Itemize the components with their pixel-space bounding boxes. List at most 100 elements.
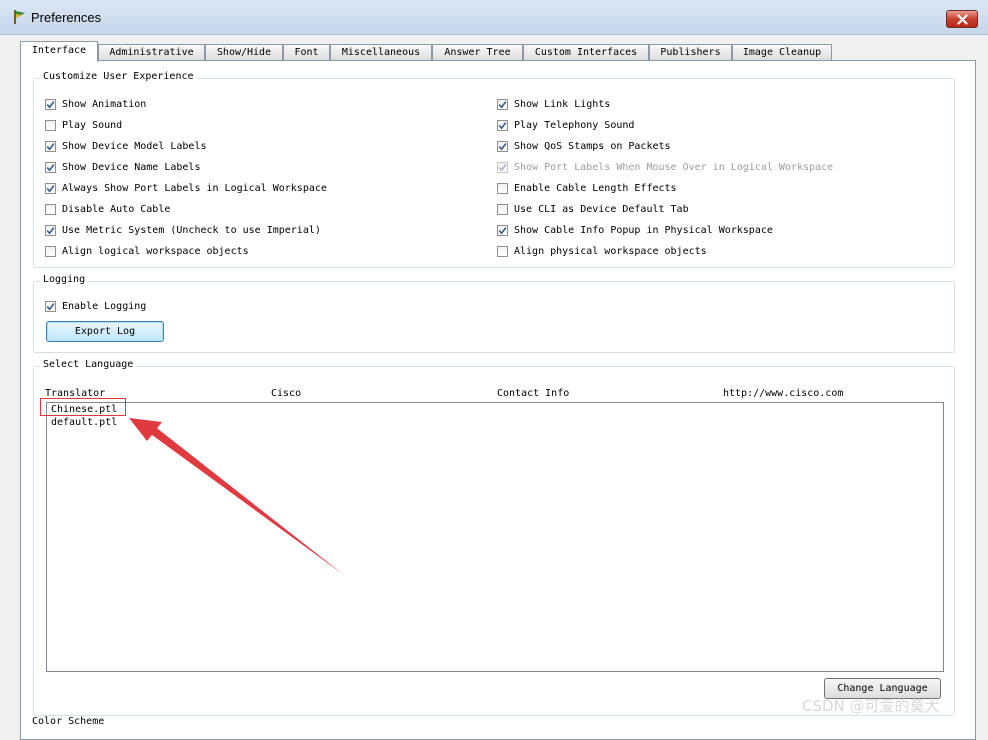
checkbox-box[interactable] (497, 245, 508, 257)
checkbox-label: Play Telephony Sound (514, 119, 635, 131)
checkmark-icon (46, 142, 55, 150)
show-device-model-labels-checkbox[interactable]: Show Device Model Labels (45, 139, 207, 153)
close-button[interactable] (946, 10, 978, 28)
checkbox-box[interactable] (45, 224, 56, 236)
checkbox-box[interactable] (497, 98, 508, 110)
show-port-labels-when-mouse-over-in-logical-workspace-checkbox: Show Port Labels When Mouse Over in Logi… (497, 160, 833, 174)
play-sound-checkbox[interactable]: Play Sound (45, 118, 122, 132)
checkbox-box[interactable] (497, 182, 508, 194)
tab-label: Interface (31, 45, 87, 56)
checkbox-box[interactable] (45, 161, 56, 173)
checkmark-icon (46, 100, 55, 108)
checkmark-icon (498, 163, 507, 171)
checkbox-label: Align logical workspace objects (62, 245, 249, 257)
checkmark-icon (498, 142, 507, 150)
show-qos-stamps-on-packets-checkbox[interactable]: Show QoS Stamps on Packets (497, 139, 671, 153)
title-bar: Preferences (0, 0, 988, 35)
enable-logging-checkbox[interactable]: Enable Logging (45, 299, 146, 313)
show-animation-checkbox[interactable]: Show Animation (45, 97, 146, 111)
tab-label: Answer Tree (444, 47, 511, 58)
checkbox-label: Show Link Lights (514, 98, 611, 110)
checkbox-label: Show Cable Info Popup in Physical Worksp… (514, 224, 773, 236)
checkbox-box[interactable] (497, 140, 508, 152)
use-cli-as-device-default-tab-checkbox[interactable]: Use CLI as Device Default Tab (497, 202, 689, 216)
tab-interface[interactable]: Interface (20, 41, 98, 62)
checkbox-box[interactable] (45, 140, 56, 152)
checkbox-label: Enable Logging (62, 300, 147, 312)
tab-label: Custom Interfaces (534, 47, 638, 58)
tab-label: Miscellaneous (341, 47, 421, 58)
always-show-port-labels-in-logical-workspace-checkbox[interactable]: Always Show Port Labels in Logical Works… (45, 181, 327, 195)
checkbox-box[interactable] (497, 203, 508, 215)
annotation-highlight-box (40, 398, 126, 416)
checkmark-icon (46, 184, 55, 192)
checkbox-box[interactable] (45, 98, 56, 110)
color-scheme-title: Color Scheme (32, 716, 105, 727)
column-header-url: http://www.cisco.com (723, 388, 844, 399)
checkbox-label: Disable Auto Cable (62, 203, 171, 215)
column-header-cisco: Cisco (271, 388, 302, 399)
export-log-button[interactable]: Export Log (46, 321, 164, 342)
checkbox-box[interactable] (45, 300, 56, 312)
checkbox-label: Show Animation (62, 98, 147, 110)
checkmark-icon (46, 302, 55, 310)
tab-image-cleanup[interactable]: Image Cleanup (732, 44, 832, 61)
window-title: Preferences (31, 10, 102, 25)
checkbox-box[interactable] (497, 224, 508, 236)
checkbox-box (497, 161, 508, 173)
play-telephony-sound-checkbox[interactable]: Play Telephony Sound (497, 118, 634, 132)
tab-label: Administrative (109, 47, 194, 58)
checkmark-icon (498, 121, 507, 129)
column-header-contact-info: Contact Info (497, 388, 570, 399)
checkbox-label: Show Device Model Labels (62, 140, 207, 152)
tab-show-hide[interactable]: Show/Hide (205, 44, 283, 61)
group-title: Select Language (40, 359, 137, 370)
checkbox-label: Always Show Port Labels in Logical Works… (62, 182, 327, 194)
show-link-lights-checkbox[interactable]: Show Link Lights (497, 97, 610, 111)
show-device-name-labels-checkbox[interactable]: Show Device Name Labels (45, 160, 200, 174)
enable-cable-length-effects-checkbox[interactable]: Enable Cable Length Effects (497, 181, 677, 195)
use-metric-system-uncheck-to-use-imperial-checkbox[interactable]: Use Metric System (Uncheck to use Imperi… (45, 223, 321, 237)
watermark-text: CSDN @可爱的莫大 (802, 697, 940, 715)
customize-group: Customize User Experience Show Animation… (33, 71, 955, 268)
tab-administrative[interactable]: Administrative (98, 44, 205, 61)
checkmark-icon (498, 100, 507, 108)
packet-tracer-icon (14, 10, 25, 24)
checkbox-box[interactable] (497, 119, 508, 131)
checkbox-box[interactable] (45, 182, 56, 194)
tab-label: Image Cleanup (742, 47, 822, 58)
tab-publishers[interactable]: Publishers (649, 44, 732, 61)
checkmark-icon (498, 226, 507, 234)
language-list[interactable]: Chinese.ptl default.ptl (46, 402, 944, 672)
align-logical-workspace-objects-checkbox[interactable]: Align logical workspace objects (45, 244, 249, 258)
tab-label: Font (294, 47, 319, 58)
language-group: Select Language Translator Cisco Contact… (33, 359, 955, 716)
interface-tab-panel: Customize User Experience Show Animation… (20, 60, 976, 740)
checkbox-label: Show Device Name Labels (62, 161, 201, 173)
show-cable-info-popup-in-physical-workspace-checkbox[interactable]: Show Cable Info Popup in Physical Worksp… (497, 223, 773, 237)
close-icon (956, 13, 968, 25)
tab-answer-tree[interactable]: Answer Tree (432, 44, 523, 61)
group-title: Logging (40, 274, 89, 285)
tab-label: Show/Hide (216, 47, 272, 58)
checkbox-label: Use Metric System (Uncheck to use Imperi… (62, 224, 321, 236)
checkmark-icon (46, 226, 55, 234)
checkbox-box[interactable] (45, 119, 56, 131)
tab-custom-interfaces[interactable]: Custom Interfaces (523, 44, 649, 61)
tab-label: Publishers (660, 47, 721, 58)
tab-miscellaneous[interactable]: Miscellaneous (330, 44, 432, 61)
tab-font[interactable]: Font (283, 44, 330, 61)
group-title: Customize User Experience (40, 71, 197, 82)
checkbox-label: Align physical workspace objects (514, 245, 707, 257)
align-physical-workspace-objects-checkbox[interactable]: Align physical workspace objects (497, 244, 707, 258)
checkbox-label: Show QoS Stamps on Packets (514, 140, 671, 152)
disable-auto-cable-checkbox[interactable]: Disable Auto Cable (45, 202, 170, 216)
list-item[interactable]: default.ptl (51, 417, 117, 428)
checkbox-box[interactable] (45, 245, 56, 257)
checkbox-label: Use CLI as Device Default Tab (514, 203, 689, 215)
checkbox-box[interactable] (45, 203, 56, 215)
checkbox-label: Enable Cable Length Effects (514, 182, 677, 194)
checkbox-label: Play Sound (62, 119, 123, 131)
checkbox-label: Show Port Labels When Mouse Over in Logi… (514, 161, 834, 173)
checkmark-icon (46, 163, 55, 171)
